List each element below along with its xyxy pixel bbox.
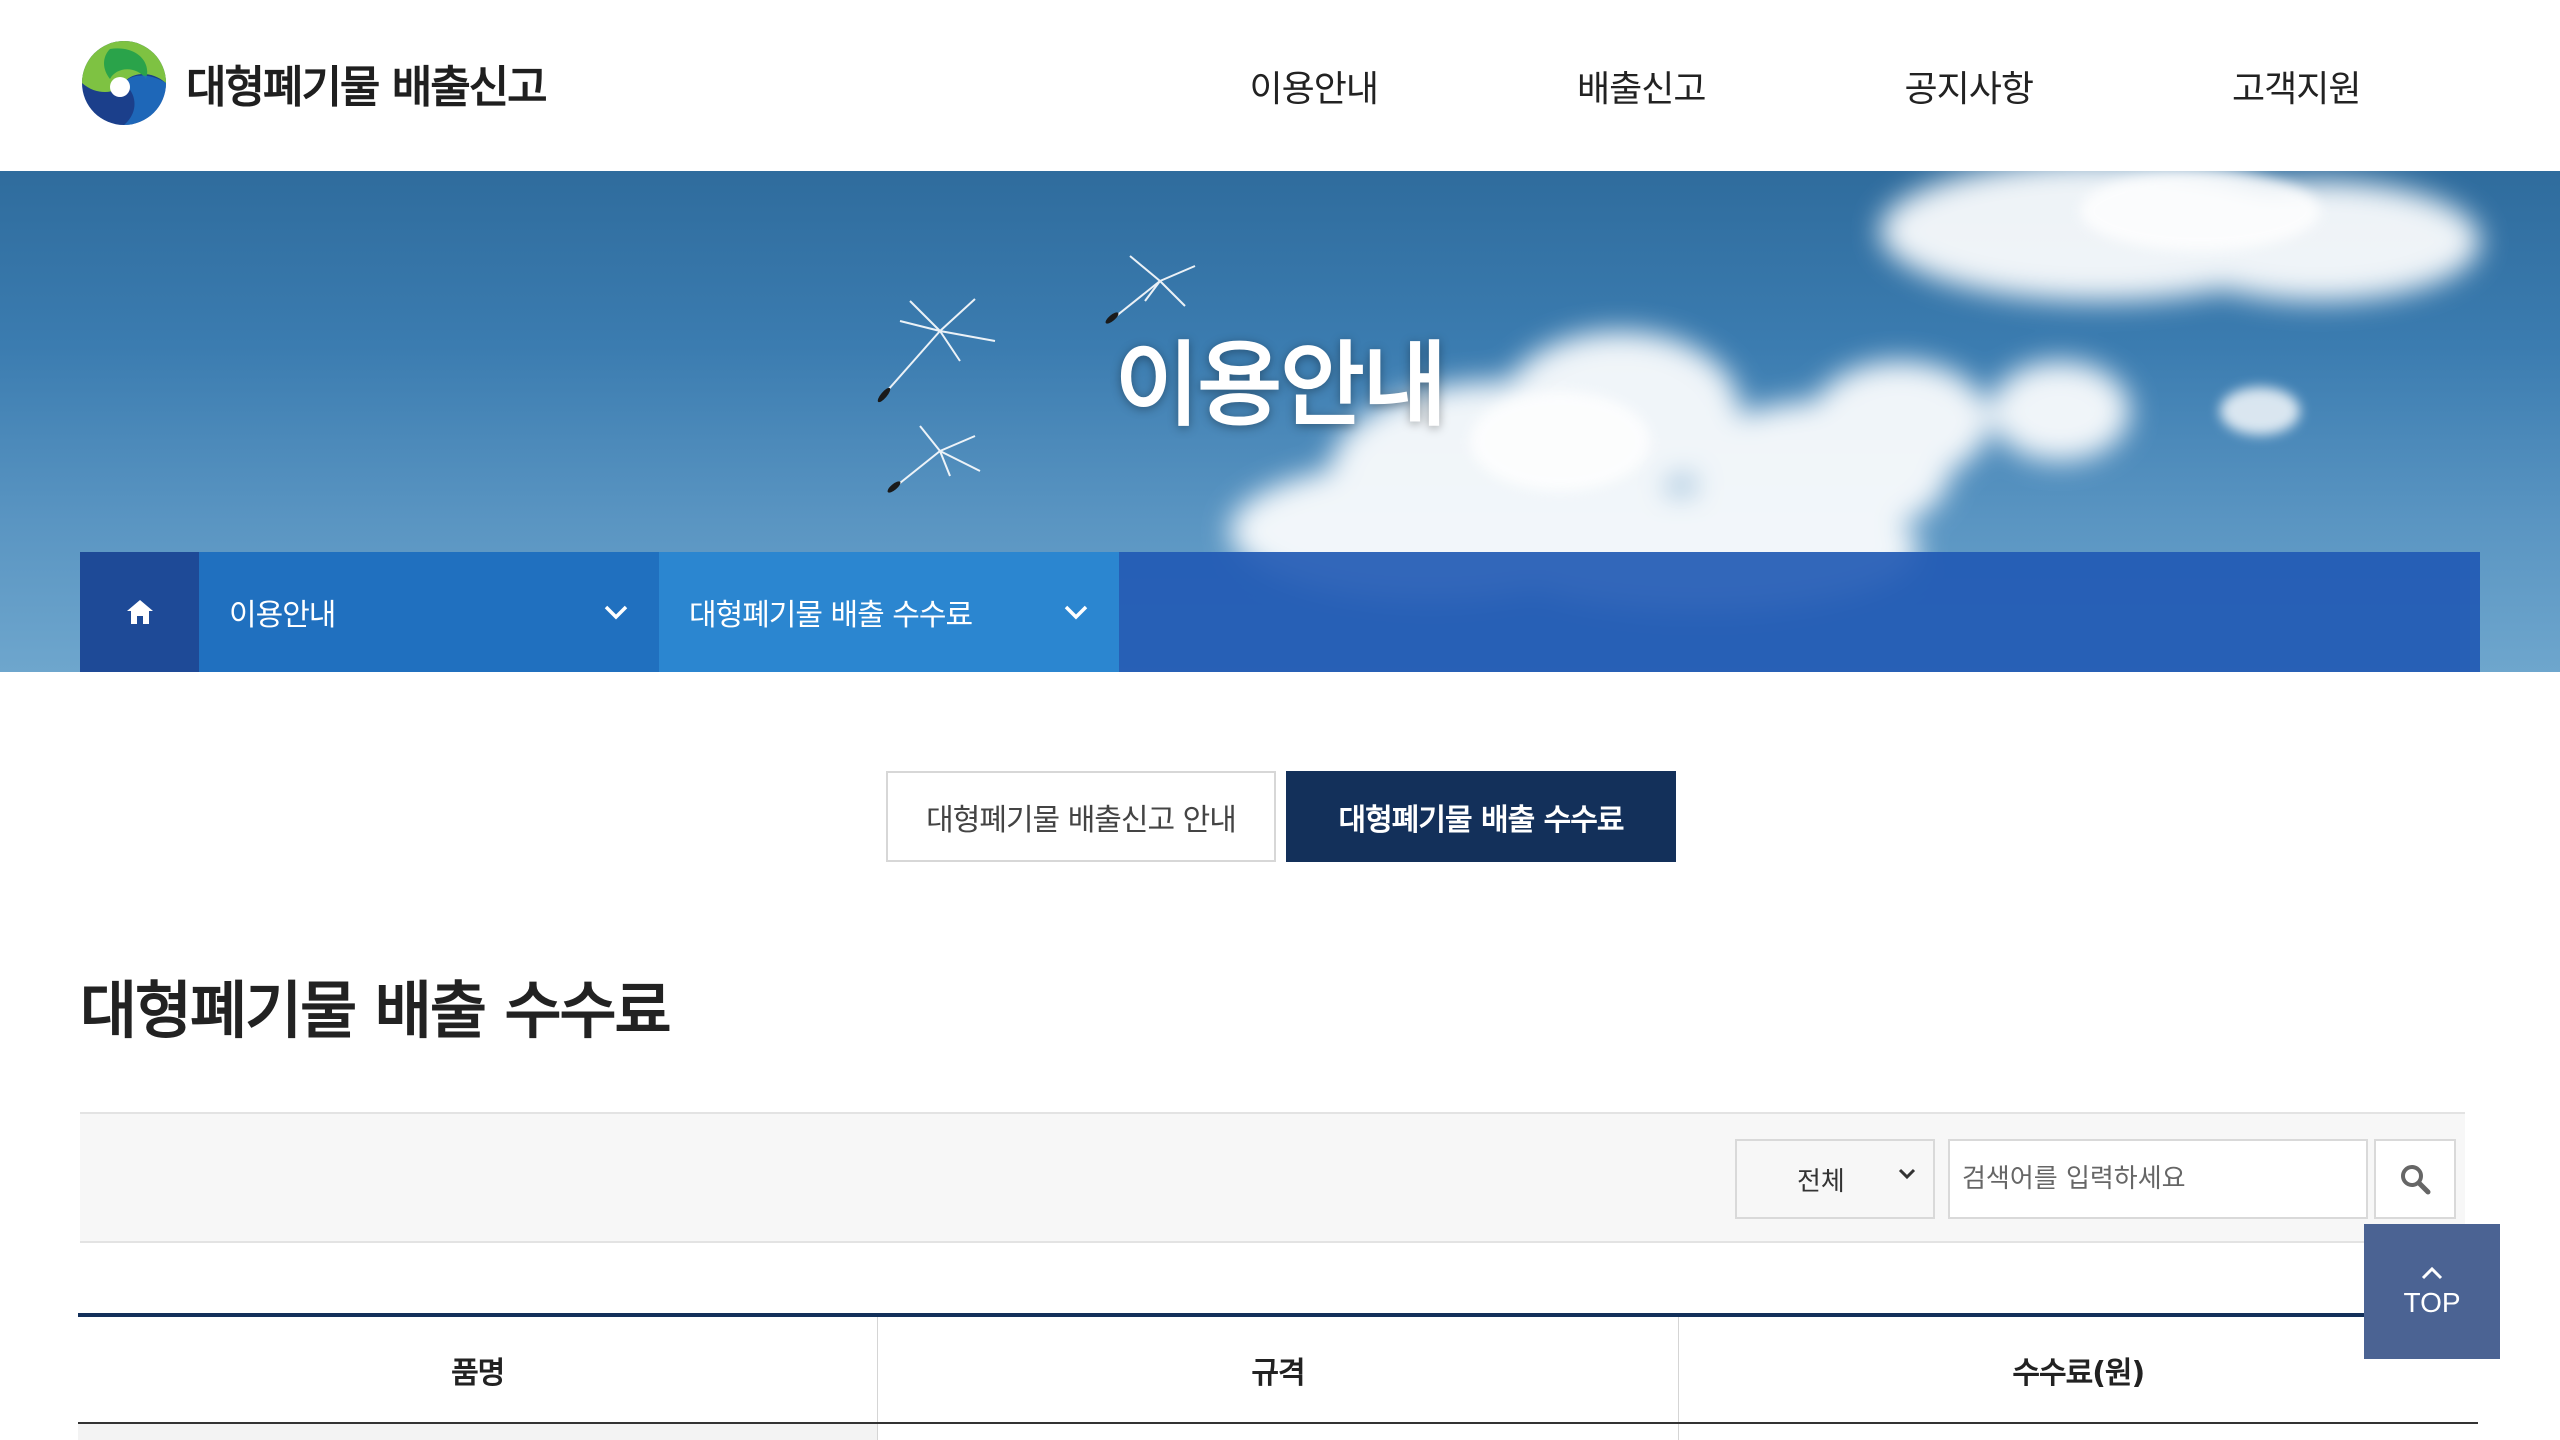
column-header-spec: 규격 [877, 1317, 1677, 1422]
column-header-fee: 수수료(원) [1677, 1317, 2478, 1422]
location-bar: 이용안내 대형폐기물 배출 수수료 [80, 552, 2480, 672]
nav-item-notice[interactable]: 공지사항 [1805, 0, 2133, 171]
nav-item-guide[interactable]: 이용안내 [1150, 0, 1478, 171]
location-depth1-label: 이용안내 [229, 598, 336, 633]
search-panel: 전체 [80, 1112, 2465, 1243]
table-header-row: 품명 규격 수수료(원) [78, 1317, 2478, 1424]
home-icon [126, 600, 153, 624]
logo-text: 대형폐기물 배출신고 [186, 62, 548, 113]
content-tabs: 대형폐기물 배출신고 안내 대형폐기물 배출 수수료 [886, 771, 1676, 862]
search-input[interactable] [1948, 1139, 2368, 1219]
site-header: 대형폐기물 배출신고 이용안내 배출신고 공지사항 고객지원 [0, 0, 2560, 171]
scroll-top-button[interactable]: TOP [2364, 1224, 2500, 1359]
search-icon [2401, 1165, 2431, 1195]
table-row [78, 1424, 2478, 1440]
chevron-down-icon [1064, 605, 1088, 620]
location-depth1-dropdown[interactable]: 이용안내 [199, 552, 659, 672]
search-category-select[interactable]: 전체 [1735, 1139, 1935, 1219]
page-title: 대형폐기물 배출 수수료 [80, 974, 672, 1047]
home-button[interactable] [80, 552, 199, 672]
chevron-up-icon [2421, 1266, 2443, 1279]
location-depth2-dropdown[interactable]: 대형폐기물 배출 수수료 [659, 552, 1119, 672]
chevron-down-icon [1898, 1168, 1916, 1180]
nav-item-support[interactable]: 고객지원 [2133, 0, 2461, 171]
table-cell [1677, 1424, 2478, 1440]
fee-table: 품명 규격 수수료(원) [78, 1313, 2478, 1440]
tab-report-guide[interactable]: 대형폐기물 배출신고 안내 [886, 771, 1276, 862]
site-logo[interactable]: 대형폐기물 배출신고 [80, 38, 548, 128]
table-cell [78, 1424, 878, 1440]
search-button[interactable] [2374, 1139, 2456, 1219]
chevron-down-icon [604, 605, 628, 620]
nav-item-report[interactable]: 배출신고 [1478, 0, 1806, 171]
table-cell [877, 1424, 1677, 1440]
location-depth2-label: 대형폐기물 배출 수수료 [689, 598, 973, 633]
column-header-item: 품명 [451, 1355, 505, 1391]
tab-fee[interactable]: 대형폐기물 배출 수수료 [1286, 771, 1676, 862]
logo-emblem-icon [80, 39, 168, 127]
banner-title: 이용안내 [1114, 332, 1448, 439]
search-category-value: 전체 [1797, 1166, 1845, 1197]
scroll-top-label: TOP [2403, 1286, 2461, 1318]
main-nav: 이용안내 배출신고 공지사항 고객지원 [1150, 0, 2460, 171]
